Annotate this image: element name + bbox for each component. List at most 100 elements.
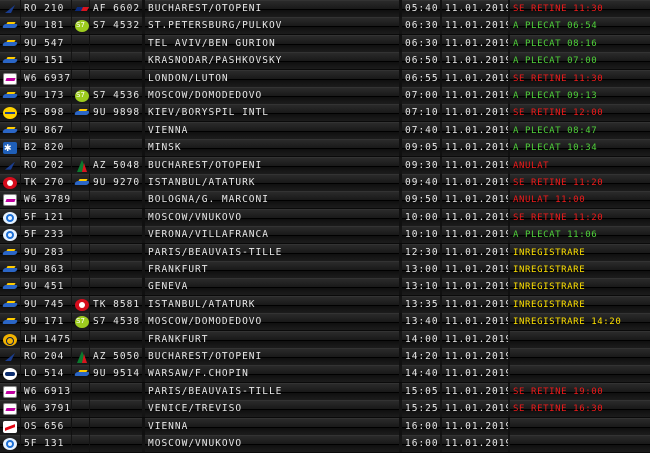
- airline-logo-cell: [0, 365, 20, 383]
- destination: FRANKFURT: [148, 333, 209, 345]
- flight-number: 9U 745: [24, 298, 65, 310]
- destination-cell: MOSCOW/DOMODEDOVO: [145, 87, 399, 104]
- codeshare-flight-number-cell: [90, 243, 142, 261]
- departure-date: 11.01.2019: [445, 438, 508, 449]
- departure-time-cell: 13:35: [402, 295, 440, 313]
- codeshare-flight-number-cell: [90, 330, 142, 348]
- departure-date-cell: 11.01.2019: [442, 278, 508, 296]
- destination: KIEV/BORYSPIL INTL: [148, 107, 269, 119]
- departure-date-cell: 11.01.2019: [442, 156, 508, 174]
- flight-number: RO 202: [24, 159, 65, 171]
- airline-logo-cell: [0, 121, 20, 139]
- departure-time-cell: 13:00: [402, 261, 440, 278]
- destination-cell: VENICE/TREVISO: [145, 400, 399, 418]
- flight-row: LO 514 9U 9514 WARSAW/F.CHOPIN 14:40 11.01.2…: [0, 365, 650, 383]
- departure-time: 16:00: [405, 438, 439, 449]
- s7-icon: [75, 90, 89, 102]
- air-france-icon: [75, 3, 89, 15]
- codeshare-flight-number-cell: S7 4536: [90, 87, 142, 104]
- flight-number: 9U 863: [24, 264, 65, 275]
- destination: MOSCOW/VNUKOVO: [148, 438, 243, 449]
- airline-logo-cell: [0, 34, 20, 52]
- flight-row: TK 270 9U 9270 ISTANBUL/ATATURK 09:40 11.01.…: [0, 174, 650, 191]
- destination: ST.PETERSBURG/PULKOV: [148, 20, 283, 32]
- codeshare-logo-cell: [72, 139, 89, 157]
- airline-logo-cell: [0, 174, 20, 191]
- flight-row: RO 204 AZ 5050 BUCHAREST/OTOPENI 14:20 11.01…: [0, 348, 650, 365]
- flight-number: 9U 283: [24, 246, 65, 258]
- departure-time-cell: 06:30: [402, 17, 440, 35]
- flight-number-cell: W6 6913: [21, 382, 71, 400]
- destination: MOSCOW/DOMODEDOVO: [148, 316, 263, 328]
- departure-date-cell: 11.01.2019: [442, 34, 508, 52]
- wing-icon: [3, 264, 17, 276]
- flight-row: W6 3789 BOLOGNA/G. MARCONI 09:50 11.01.2019…: [0, 191, 650, 209]
- flight-status: SE RETINE 12:00: [513, 108, 604, 119]
- flight-number: W6 6913: [24, 385, 71, 397]
- flight-status: SE RETINE 11:30: [513, 4, 604, 14]
- departure-date-cell: 11.01.2019: [442, 417, 508, 435]
- codeshare-flight-number-cell: TK 8581: [90, 295, 142, 313]
- flight-number-cell: 9U 173: [21, 87, 71, 104]
- departure-time: 07:40: [405, 124, 439, 136]
- departure-date: 11.01.2019: [445, 229, 508, 241]
- flight-status: ANULAT 11:00: [513, 195, 586, 206]
- flight-number-cell: 9U 451: [21, 278, 71, 296]
- destination-cell: KIEV/BORYSPIL INTL: [145, 104, 399, 122]
- flight-number-cell: 5F 121: [21, 208, 71, 226]
- lufthansa-icon: [3, 333, 17, 346]
- flight-row: OS 656 VIENNA 16:00 11.01.2019: [0, 417, 650, 435]
- flight-status-cell: ANULAT 11:00: [510, 191, 650, 209]
- airline-logo-cell: [0, 348, 20, 365]
- departure-time: 14:00: [405, 333, 439, 345]
- destination: WARSAW/F.CHOPIN: [148, 368, 249, 380]
- flight-number-cell: 9U 283: [21, 243, 71, 261]
- flight-status-cell: [510, 330, 650, 348]
- departure-time-cell: 09:30: [402, 156, 440, 174]
- departure-date: 11.01.2019: [445, 55, 508, 67]
- airline-logo-cell: [0, 435, 20, 452]
- departure-time: 09:30: [405, 159, 439, 171]
- departure-date-cell: 11.01.2019: [442, 208, 508, 226]
- codeshare-logo-cell: [72, 156, 89, 174]
- wing-icon: [75, 368, 89, 380]
- flight-row: 9U 151 KRASNODAR/PASHKOVSKY 06:50 11.01.201…: [0, 52, 650, 70]
- departure-time-cell: 14:20: [402, 348, 440, 365]
- flight-status: A PLECAT 09:13: [513, 91, 598, 101]
- flight-number: W6 3789: [24, 194, 71, 206]
- flight-status-cell: INREGISTRARE 14:20: [510, 313, 650, 331]
- flight-status: SE RETINE 19:00: [513, 386, 604, 397]
- departure-date-cell: 11.01.2019: [442, 435, 508, 452]
- flight-number: TK 270: [24, 177, 65, 188]
- flight-number-cell: PS 898: [21, 104, 71, 122]
- flight-status: SE RETINE 11:20: [513, 178, 604, 188]
- flight-number-cell: W6 3791: [21, 400, 71, 418]
- departure-time-cell: 10:00: [402, 208, 440, 226]
- departure-time: 15:05: [405, 385, 439, 397]
- destination: ISTANBUL/ATATURK: [148, 177, 256, 188]
- flight-number-cell: RO 210: [21, 0, 71, 17]
- departure-time: 06:50: [405, 55, 439, 67]
- departure-date: 11.01.2019: [445, 3, 508, 14]
- codeshare-logo-cell: [72, 278, 89, 296]
- codeshare-logo-cell: [72, 330, 89, 348]
- flyone-icon: [3, 211, 17, 224]
- flight-number-cell: 5F 131: [21, 435, 71, 452]
- departure-time: 07:00: [405, 90, 439, 101]
- departure-time: 13:00: [405, 264, 439, 275]
- destination: GENEVA: [148, 281, 189, 293]
- flight-row: 9U 745 TK 8581 ISTANBUL/ATATURK 13:35 11.01.…: [0, 295, 650, 313]
- flight-status-cell: INREGISTRARE: [510, 278, 650, 296]
- flight-number-cell: LH 1475: [21, 330, 71, 348]
- codeshare-flight-number-cell: 9U 9514: [90, 365, 142, 383]
- codeshare-logo-cell: [72, 400, 89, 418]
- flight-number-cell: 9U 745: [21, 295, 71, 313]
- wing-icon: [3, 55, 17, 67]
- flight-row: W6 6913 PARIS/BEAUVAIS-TILLE 15:05 11.01.20…: [0, 382, 650, 400]
- destination: ISTANBUL/ATATURK: [148, 298, 256, 310]
- codeshare-logo-cell: [72, 52, 89, 70]
- flight-number-cell: LO 514: [21, 365, 71, 383]
- codeshare-flight-number-cell: 9U 9898: [90, 104, 142, 122]
- destination-cell: BUCHAREST/OTOPENI: [145, 348, 399, 365]
- departure-date-cell: 11.01.2019: [442, 400, 508, 418]
